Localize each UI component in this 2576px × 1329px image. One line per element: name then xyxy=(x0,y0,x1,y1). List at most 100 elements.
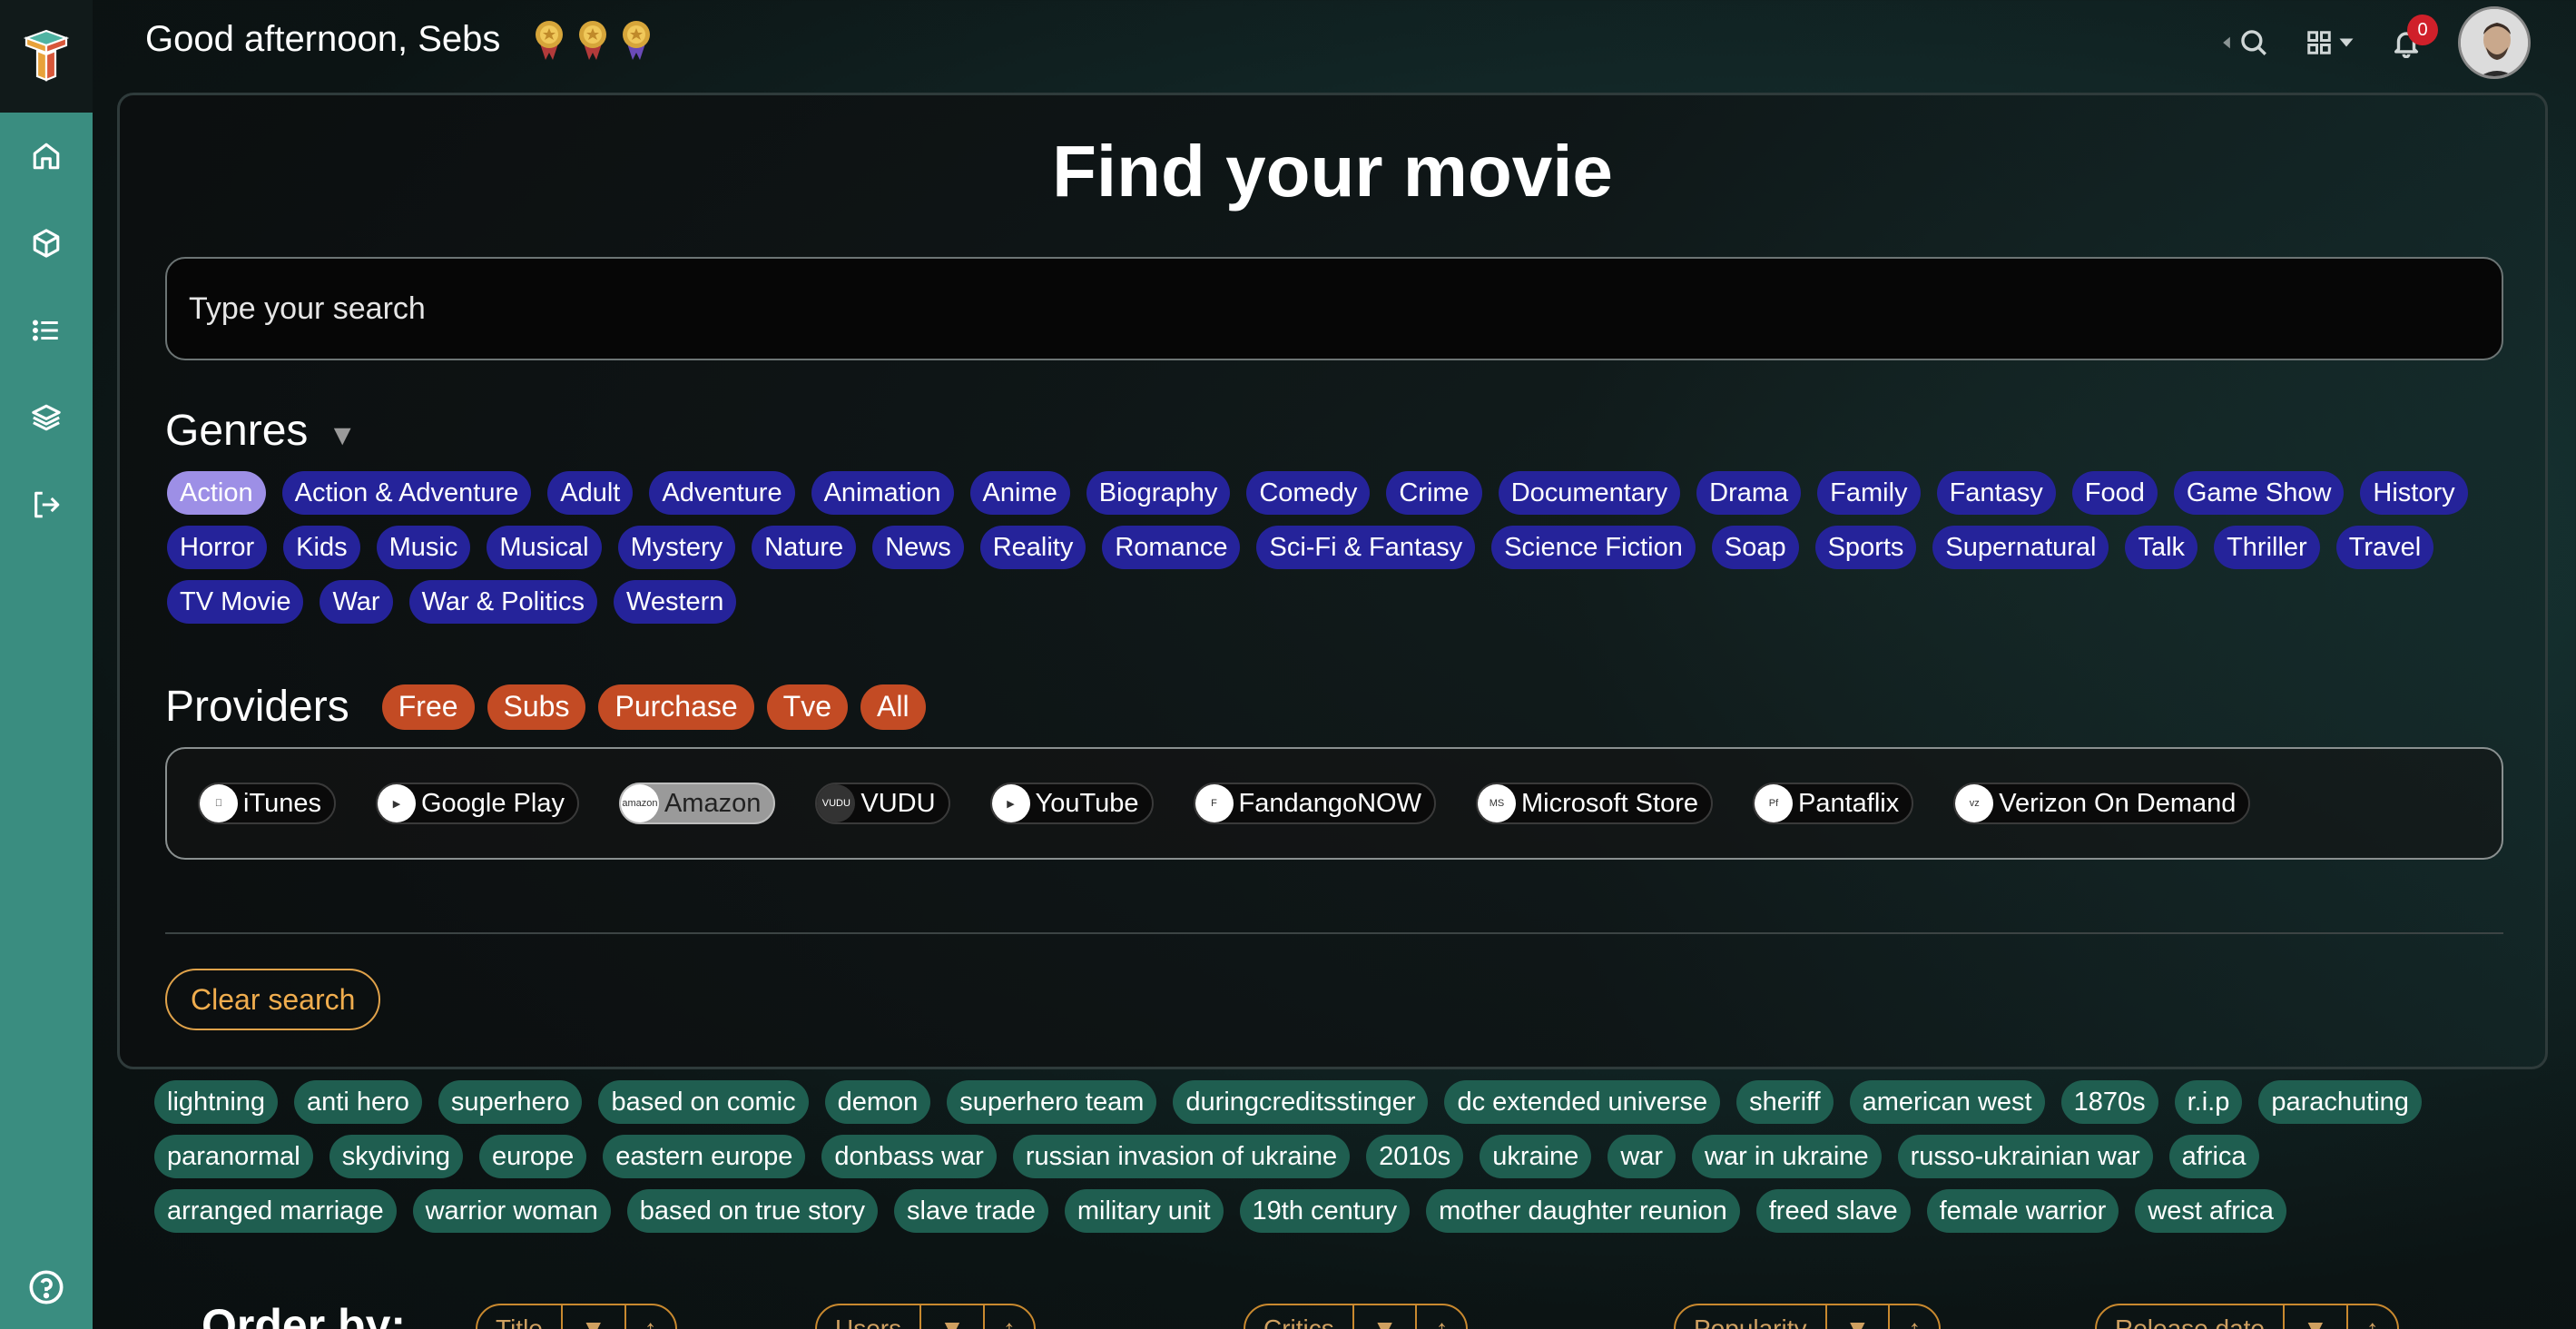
genre-chip-talk[interactable]: Talk xyxy=(2125,526,2198,569)
provider-chip-pantaflix[interactable]: Pf Pantaflix xyxy=(1753,783,1914,824)
provider-chip-verizon-on-demand[interactable]: vz Verizon On Demand xyxy=(1953,783,2251,824)
provider-chip-itunes[interactable]: iTunes xyxy=(198,783,336,824)
keyword-chip[interactable]: west africa xyxy=(2135,1189,2286,1233)
genre-chip-nature[interactable]: Nature xyxy=(752,526,857,569)
sort-toggle-icon[interactable]: ↕ xyxy=(985,1305,1034,1329)
help-button[interactable] xyxy=(28,1269,64,1305)
genre-chip-kids[interactable]: Kids xyxy=(283,526,360,569)
genre-chip-history[interactable]: History xyxy=(2360,471,2468,515)
genre-chip-sports[interactable]: Sports xyxy=(1814,526,1917,569)
keyword-chip[interactable]: slave trade xyxy=(894,1189,1048,1233)
keyword-chip[interactable]: mother daughter reunion xyxy=(1426,1189,1740,1233)
provider-chip-microsoft-store[interactable]: MS Microsoft Store xyxy=(1476,783,1713,824)
sort-users[interactable]: Users ▼ ↕ xyxy=(815,1304,1036,1329)
genre-chip-horror[interactable]: Horror xyxy=(167,526,268,569)
keyword-chip[interactable]: eastern europe xyxy=(603,1135,806,1178)
keyword-chip[interactable]: freed slave xyxy=(1755,1189,1911,1233)
clear-search-button[interactable]: Clear search xyxy=(165,969,381,1030)
sort-critics[interactable]: Critics ▼ ↕ xyxy=(1244,1304,1469,1329)
provider-chip-fandangonow[interactable]: F FandangoNOW xyxy=(1193,783,1436,824)
keyword-chip[interactable]: arranged marriage xyxy=(154,1189,397,1233)
genre-chip-crime[interactable]: Crime xyxy=(1386,471,1482,515)
genre-chip-travel[interactable]: Travel xyxy=(2335,526,2434,569)
genre-chip-news[interactable]: News xyxy=(872,526,964,569)
keyword-chip[interactable]: ukraine xyxy=(1480,1135,1592,1178)
sort-toggle-icon[interactable]: ↕ xyxy=(1890,1305,1939,1329)
keyword-chip[interactable]: donbass war xyxy=(821,1135,997,1178)
sort-popularity[interactable]: Popularity ▼ ↕ xyxy=(1674,1304,1942,1329)
keyword-chip[interactable]: skydiving xyxy=(329,1135,463,1178)
search-toggle-button[interactable] xyxy=(2220,27,2269,58)
genre-chip-romance[interactable]: Romance xyxy=(1102,526,1241,569)
keyword-chip[interactable]: war in ukraine xyxy=(1692,1135,1882,1178)
genre-chip-drama[interactable]: Drama xyxy=(1696,471,1802,515)
genre-chip-thriller[interactable]: Thriller xyxy=(2214,526,2320,569)
provider-filter-all[interactable]: All xyxy=(860,684,926,730)
provider-filter-free[interactable]: Free xyxy=(381,684,475,730)
sidebar-item-logout[interactable] xyxy=(0,472,93,537)
genre-chip-adult[interactable]: Adult xyxy=(547,471,634,515)
keyword-chip[interactable]: r.i.p xyxy=(2174,1080,2243,1124)
provider-chip-amazon[interactable]: amazon Amazon xyxy=(618,783,776,824)
genre-chip-war-politics[interactable]: War & Politics xyxy=(408,580,597,624)
sidebar-item-layers[interactable] xyxy=(0,385,93,450)
keyword-chip[interactable]: demon xyxy=(824,1080,931,1124)
provider-chip-google-play[interactable]: ▶ Google Play xyxy=(375,783,579,824)
sort-release-date[interactable]: Release date ▼ ↕ xyxy=(2095,1304,2399,1329)
genres-header[interactable]: Genres ▼ xyxy=(165,406,357,456)
genre-chip-western[interactable]: Western xyxy=(613,580,737,624)
keyword-chip[interactable]: superhero xyxy=(438,1080,583,1124)
sidebar-item-list[interactable] xyxy=(0,298,93,363)
user-avatar[interactable] xyxy=(2458,6,2531,79)
notifications-button[interactable]: 0 xyxy=(2391,15,2438,58)
app-logo[interactable] xyxy=(0,0,93,113)
provider-filter-subs[interactable]: Subs xyxy=(487,684,586,730)
genre-chip-music[interactable]: Music xyxy=(376,526,471,569)
keyword-chip[interactable]: 2010s xyxy=(1366,1135,1464,1178)
sort-direction-icon[interactable]: ▼ xyxy=(1827,1305,1891,1329)
genre-chip-game-show[interactable]: Game Show xyxy=(2173,471,2345,515)
search-input[interactable] xyxy=(165,257,2503,360)
genre-chip-biography[interactable]: Biography xyxy=(1086,471,1231,515)
keyword-chip[interactable]: based on true story xyxy=(626,1189,879,1233)
provider-chip-vudu[interactable]: VUDU VUDU xyxy=(815,783,950,824)
genre-chip-soap[interactable]: Soap xyxy=(1711,526,1799,569)
genre-chip-action-adventure[interactable]: Action & Adventure xyxy=(281,471,532,515)
sort-direction-icon[interactable]: ▼ xyxy=(921,1305,985,1329)
keyword-chip[interactable]: africa xyxy=(2168,1135,2259,1178)
keyword-chip[interactable]: dc extended universe xyxy=(1444,1080,1721,1124)
genre-chip-adventure[interactable]: Adventure xyxy=(649,471,795,515)
keyword-chip[interactable]: sheriff xyxy=(1736,1080,1834,1124)
sort-toggle-icon[interactable]: ↕ xyxy=(1417,1305,1466,1329)
keyword-chip[interactable]: duringcreditsstinger xyxy=(1173,1080,1429,1124)
sort-direction-icon[interactable]: ▼ xyxy=(2285,1305,2348,1329)
keyword-chip[interactable]: female warrior xyxy=(1926,1189,2119,1233)
keyword-chip[interactable]: russian invasion of ukraine xyxy=(1012,1135,1351,1178)
genre-chip-action[interactable]: Action xyxy=(167,471,266,515)
keyword-chip[interactable]: paranormal xyxy=(154,1135,313,1178)
genre-chip-mystery[interactable]: Mystery xyxy=(617,526,736,569)
genre-chip-anime[interactable]: Anime xyxy=(969,471,1070,515)
keyword-chip[interactable]: russo-ukrainian war xyxy=(1897,1135,2153,1178)
provider-filter-purchase[interactable]: Purchase xyxy=(598,684,754,730)
keyword-chip[interactable]: superhero team xyxy=(947,1080,1157,1124)
keyword-chip[interactable]: war xyxy=(1608,1135,1676,1178)
keyword-chip[interactable]: lightning xyxy=(154,1080,279,1124)
genre-chip-sci-fi-fantasy[interactable]: Sci-Fi & Fantasy xyxy=(1256,526,1476,569)
keyword-chip[interactable]: american west xyxy=(1849,1080,2045,1124)
keyword-chip[interactable]: military unit xyxy=(1064,1189,1224,1233)
genre-chip-animation[interactable]: Animation xyxy=(811,471,954,515)
sidebar-item-catalog[interactable] xyxy=(0,211,93,276)
genre-chip-musical[interactable]: Musical xyxy=(487,526,602,569)
genre-chip-war[interactable]: War xyxy=(320,580,393,624)
apps-menu-button[interactable] xyxy=(2306,29,2355,56)
keyword-chip[interactable]: parachuting xyxy=(2258,1080,2422,1124)
genre-chip-family[interactable]: Family xyxy=(1817,471,1921,515)
keyword-chip[interactable]: 19th century xyxy=(1239,1189,1411,1233)
keyword-chip[interactable]: anti hero xyxy=(294,1080,422,1124)
genre-chip-comedy[interactable]: Comedy xyxy=(1246,471,1371,515)
sort-direction-icon[interactable]: ▼ xyxy=(563,1305,626,1329)
genre-chip-documentary[interactable]: Documentary xyxy=(1498,471,1681,515)
sort-title[interactable]: Title ▼ ↕ xyxy=(476,1304,677,1329)
provider-chip-youtube[interactable]: ▶ YouTube xyxy=(989,783,1154,824)
